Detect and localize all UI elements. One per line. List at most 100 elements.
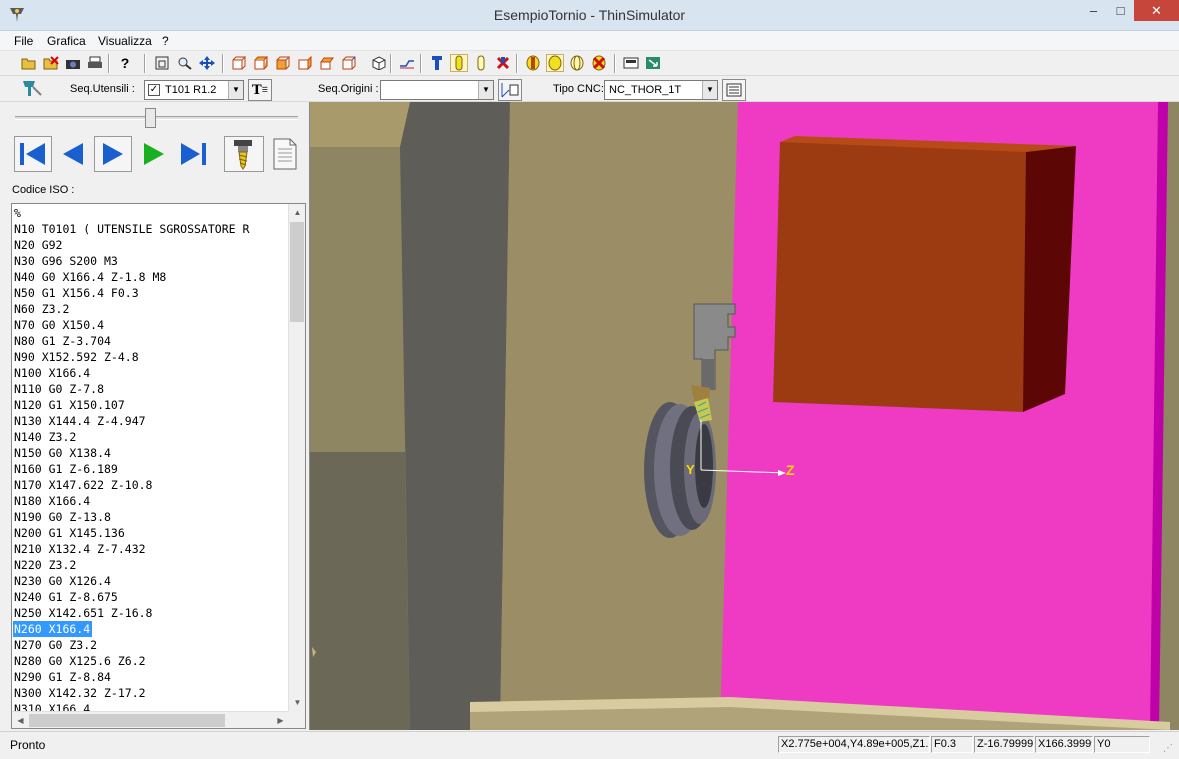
origini-select[interactable]: ▼: [380, 80, 494, 100]
resize-grip-icon[interactable]: ⋰: [1163, 743, 1177, 757]
code-line[interactable]: N240 G1 Z-8.675: [13, 589, 287, 605]
code-line[interactable]: N110 G0 Z-7.8: [13, 381, 287, 397]
tool-yellow-icon[interactable]: [450, 54, 468, 72]
code-line[interactable]: N140 Z3.2: [13, 429, 287, 445]
code-line[interactable]: N90 X152.592 Z-4.8: [13, 349, 287, 365]
code-line[interactable]: N260 X166.4: [13, 621, 287, 637]
code-line[interactable]: N210 X132.4 Z-7.432: [13, 541, 287, 557]
path-icon[interactable]: [398, 54, 416, 72]
code-line[interactable]: N70 G0 X150.4: [13, 317, 287, 333]
close-button[interactable]: ✕: [1134, 0, 1179, 21]
tool-text-button[interactable]: T ☰: [248, 79, 272, 101]
code-line[interactable]: N180 X166.4: [13, 493, 287, 509]
code-line[interactable]: N170 X147.622 Z-10.8: [13, 477, 287, 493]
camera-icon[interactable]: [64, 54, 82, 72]
pan-icon[interactable]: [198, 54, 216, 72]
stock-solid-icon[interactable]: [546, 54, 564, 72]
close-file-icon[interactable]: [42, 54, 60, 72]
hscroll-thumb[interactable]: [29, 714, 225, 727]
tool-select[interactable]: ✓ T101 R1.2 ▼: [144, 80, 244, 100]
chevron-down-icon[interactable]: ▼: [478, 81, 493, 99]
code-line[interactable]: N10 T0101 ( UTENSILE SGROSSATORE R: [13, 221, 287, 237]
view-back-icon[interactable]: [252, 54, 270, 72]
menu-grafica[interactable]: Grafica: [47, 34, 86, 48]
code-line[interactable]: N130 X144.4 Z-4.947: [13, 413, 287, 429]
code-line-text: N100 X166.4: [14, 366, 91, 380]
menu-visualizza[interactable]: Visualizza: [98, 34, 152, 48]
axis-z-label: Z: [786, 462, 795, 478]
view-iso-icon[interactable]: [370, 54, 388, 72]
code-line[interactable]: N300 X142.32 Z-17.2: [13, 685, 287, 701]
code-line[interactable]: N280 G0 X125.6 Z6.2: [13, 653, 287, 669]
tool-holder-icon[interactable]: [428, 54, 446, 72]
screen-icon[interactable]: [622, 54, 640, 72]
help-icon[interactable]: ?: [116, 54, 134, 72]
open-icon[interactable]: [20, 54, 38, 72]
scroll-up-icon[interactable]: ▲: [289, 204, 305, 221]
origini-list-button[interactable]: [498, 79, 522, 101]
zoom-icon[interactable]: [176, 54, 194, 72]
first-button[interactable]: [14, 136, 52, 172]
code-line[interactable]: N20 G92: [13, 237, 287, 253]
code-line[interactable]: N160 G1 Z-6.189: [13, 461, 287, 477]
playback-slider-track[interactable]: [15, 116, 298, 120]
horizontal-scrollbar[interactable]: ◀ ▶: [12, 711, 289, 728]
cnc-select[interactable]: NC_THOR_1T ▼: [604, 80, 718, 100]
stock-delete-icon[interactable]: [590, 54, 608, 72]
code-line[interactable]: N230 G0 X126.4: [13, 573, 287, 589]
view-bottom-icon[interactable]: [340, 54, 358, 72]
cnc-settings-button[interactable]: [722, 79, 746, 101]
code-line[interactable]: N270 G0 Z3.2: [13, 637, 287, 653]
chevron-down-icon[interactable]: ▼: [228, 81, 243, 99]
print-icon[interactable]: [86, 54, 104, 72]
last-button[interactable]: [174, 136, 212, 172]
scroll-down-icon[interactable]: ▼: [289, 694, 305, 711]
stock-outline-icon[interactable]: [568, 54, 586, 72]
view-front-icon[interactable]: [230, 54, 248, 72]
3d-viewport[interactable]: Y Z: [309, 102, 1179, 730]
code-line[interactable]: N290 G1 Z-8.84: [13, 669, 287, 685]
maximize-button[interactable]: □: [1107, 0, 1134, 21]
play-button[interactable]: [94, 136, 132, 172]
code-line-text: N70 G0 X150.4: [14, 318, 105, 332]
code-line-text: N280 G0 X125.6 Z6.2: [14, 654, 146, 668]
code-line[interactable]: N220 Z3.2: [13, 557, 287, 573]
report-button[interactable]: [266, 136, 304, 172]
code-line[interactable]: N80 G1 Z-3.704: [13, 333, 287, 349]
scroll-thumb[interactable]: [290, 222, 304, 322]
code-line[interactable]: N190 G0 Z-13.8: [13, 509, 287, 525]
code-line[interactable]: N100 X166.4: [13, 365, 287, 381]
menu-help[interactable]: ?: [162, 34, 169, 48]
stock-icon[interactable]: [524, 54, 542, 72]
tool-table-icon[interactable]: [20, 79, 44, 99]
code-line[interactable]: N40 G0 X166.4 Z-1.8 M8: [13, 269, 287, 285]
run-button[interactable]: [134, 136, 172, 172]
code-line[interactable]: N30 G96 S200 M3: [13, 253, 287, 269]
vertical-scrollbar[interactable]: ▲ ▼: [288, 204, 305, 711]
export-icon[interactable]: [644, 54, 662, 72]
code-line[interactable]: N50 G1 X156.4 F0.3: [13, 285, 287, 301]
scroll-right-icon[interactable]: ▶: [272, 712, 289, 728]
chevron-down-icon[interactable]: ▼: [702, 81, 717, 99]
minimize-button[interactable]: –: [1080, 0, 1107, 21]
back-button[interactable]: [54, 136, 92, 172]
view-left-icon[interactable]: [274, 54, 292, 72]
zoom-window-icon[interactable]: [154, 54, 172, 72]
menu-file[interactable]: File: [14, 34, 33, 48]
tool-delete-icon[interactable]: [494, 54, 512, 72]
playback-slider-thumb[interactable]: [144, 108, 156, 128]
code-line[interactable]: %: [13, 205, 287, 221]
tool-checkbox[interactable]: ✓: [148, 84, 160, 96]
tool-outline-icon[interactable]: [472, 54, 490, 72]
code-line-text: N120 G1 X150.107: [14, 398, 125, 412]
code-line[interactable]: N250 X142.651 Z-16.8: [13, 605, 287, 621]
iso-code-listbox[interactable]: % N10 T0101 ( UTENSILE SGROSSATORE R N20 G…: [11, 203, 306, 729]
code-line[interactable]: N120 G1 X150.107: [13, 397, 287, 413]
scroll-left-icon[interactable]: ◀: [12, 712, 29, 728]
view-top-icon[interactable]: [318, 54, 336, 72]
code-line[interactable]: N150 G0 X138.4: [13, 445, 287, 461]
tool-view-button[interactable]: [224, 136, 264, 172]
view-right-icon[interactable]: [296, 54, 314, 72]
code-line[interactable]: N60 Z3.2: [13, 301, 287, 317]
code-line[interactable]: N200 G1 X145.136: [13, 525, 287, 541]
